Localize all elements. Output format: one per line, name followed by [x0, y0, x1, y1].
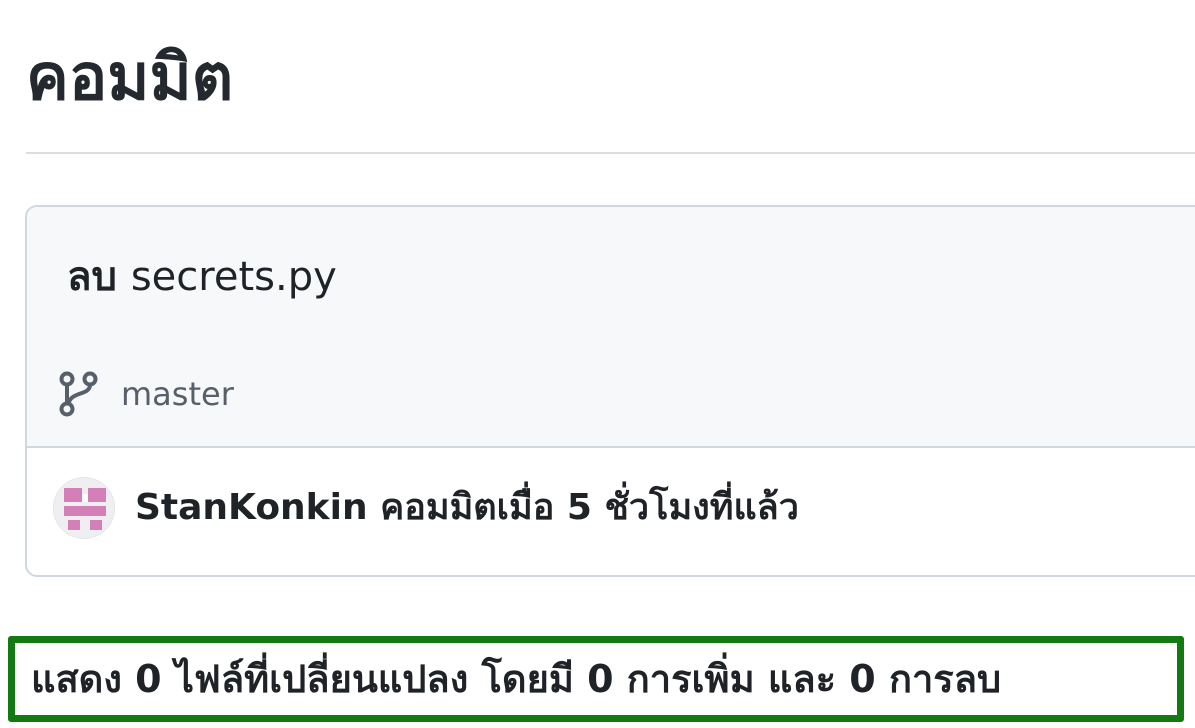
- commit-header: ลบ secrets.py master: [27, 207, 1195, 448]
- git-branch-icon: [57, 370, 101, 418]
- branch-row[interactable]: master: [57, 369, 234, 419]
- branch-name[interactable]: master: [121, 374, 234, 414]
- identicon-avatar: [64, 488, 106, 530]
- commit-card: ลบ secrets.py master StanKonkin คอมมิตเม…: [25, 205, 1195, 577]
- commit-message[interactable]: ลบ secrets.py: [67, 249, 337, 305]
- author-row: StanKonkin คอมมิตเมื่อ 5 ชั่วโมงที่แล้ว: [53, 475, 799, 541]
- committed-time: คอมมิตเมื่อ 5 ชั่วโมงที่แล้ว: [380, 487, 799, 528]
- commit-filename: secrets.py: [130, 254, 337, 300]
- title-divider: [26, 152, 1195, 154]
- commit-action: ลบ: [67, 254, 117, 300]
- avatar[interactable]: [53, 477, 115, 539]
- page-title: คอมมิต: [26, 41, 234, 115]
- diff-summary-text: แสดง 0 ไฟล์ที่เปลี่ยนแปลง โดยมี 0 การเพิ…: [31, 657, 1002, 701]
- diff-summary: แสดง 0 ไฟล์ที่เปลี่ยนแปลง โดยมี 0 การเพิ…: [8, 636, 1184, 722]
- author-name[interactable]: StanKonkin: [135, 487, 368, 528]
- commit-meta: StanKonkin คอมมิตเมื่อ 5 ชั่วโมงที่แล้ว: [135, 484, 799, 532]
